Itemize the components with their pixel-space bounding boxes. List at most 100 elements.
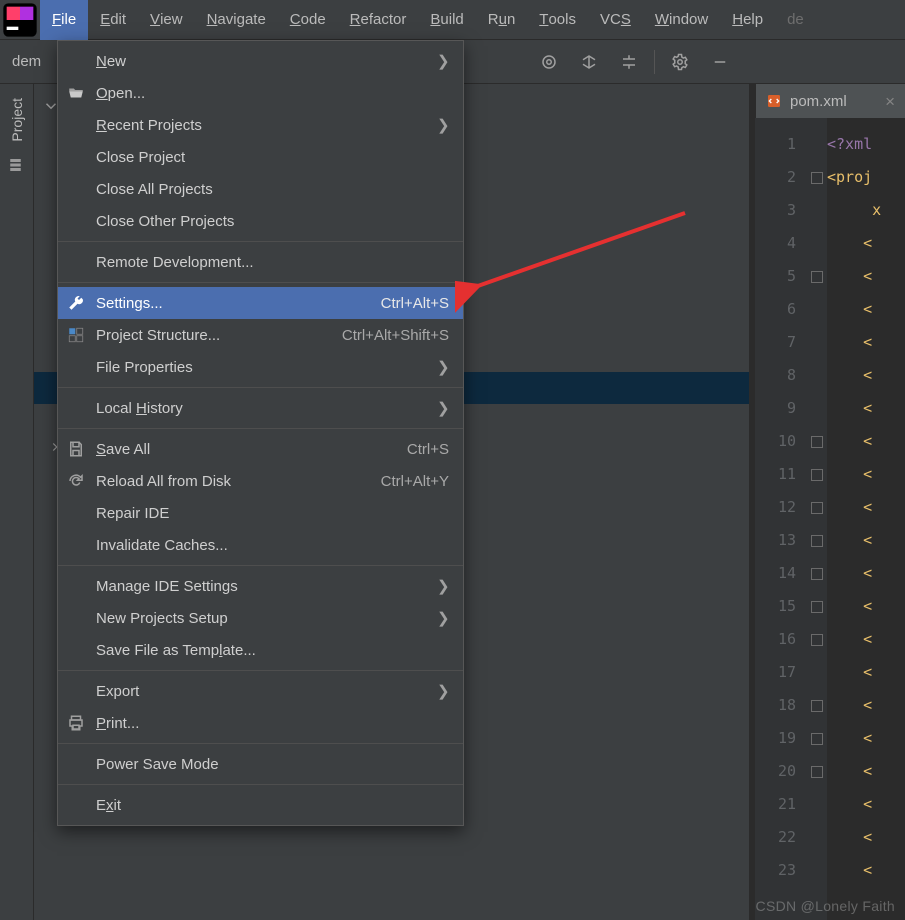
menu-shortcut: Ctrl+Alt+Shift+S bbox=[342, 327, 449, 344]
menu-item-label: Save File as Template... bbox=[96, 642, 449, 659]
fold-marker[interactable] bbox=[811, 172, 823, 184]
editor-toolbar bbox=[524, 40, 745, 84]
app-icon bbox=[0, 0, 40, 40]
menu-item-settings[interactable]: Settings... Ctrl+Alt+S bbox=[58, 287, 463, 319]
menu-item-open[interactable]: Open... bbox=[58, 77, 463, 109]
menu-item-label: Export bbox=[96, 683, 419, 700]
save-icon bbox=[66, 440, 86, 458]
menu-item-file-properties[interactable]: File Properties ❯ bbox=[58, 351, 463, 383]
menu-separator bbox=[58, 387, 463, 388]
menu-navigate[interactable]: Navigate bbox=[195, 0, 278, 40]
menu-item-project-structure[interactable]: Project Structure... Ctrl+Alt+Shift+S bbox=[58, 319, 463, 351]
close-tab-icon[interactable]: × bbox=[885, 93, 895, 110]
menu-vcs[interactable]: VCS bbox=[588, 0, 643, 40]
file-menu-dropdown: New❯Open... Recent Projects ❯ Close Project… bbox=[57, 40, 464, 826]
menu-item-export[interactable]: Export❯ bbox=[58, 675, 463, 707]
fold-marker[interactable] bbox=[811, 733, 823, 745]
editor[interactable]: 1234567891011121314151617181920212223 <?… bbox=[755, 118, 905, 920]
menu-separator bbox=[58, 241, 463, 242]
menu-item-close-project[interactable]: Close Project bbox=[58, 141, 463, 173]
menu-item-save-all[interactable]: Save All Ctrl+S bbox=[58, 433, 463, 465]
menu-item-label: Repair IDE bbox=[96, 505, 449, 522]
menu-separator bbox=[58, 784, 463, 785]
editor-fold-column bbox=[807, 118, 827, 920]
menu-item-print[interactable]: Print... bbox=[58, 707, 463, 739]
fold-marker[interactable] bbox=[811, 601, 823, 613]
menu-item-remote-development[interactable]: Remote Development... bbox=[58, 246, 463, 278]
fold-marker[interactable] bbox=[811, 436, 823, 448]
fold-marker[interactable] bbox=[811, 469, 823, 481]
submenu-arrow-icon: ❯ bbox=[437, 358, 449, 376]
menu-item-manage-ide-settings[interactable]: Manage IDE Settings❯ bbox=[58, 570, 463, 602]
menu-item-label: Save All bbox=[96, 441, 385, 458]
menu-item-label: Exit bbox=[96, 797, 449, 814]
menu-code[interactable]: Code bbox=[278, 0, 338, 40]
editor-tab-pom[interactable]: pom.xml × bbox=[755, 84, 905, 118]
menu-item-label: Project Structure... bbox=[96, 327, 320, 344]
structure-tool-icon[interactable] bbox=[8, 156, 26, 178]
fold-marker[interactable] bbox=[811, 634, 823, 646]
menu-tools[interactable]: Tools bbox=[527, 0, 588, 40]
menu-item-label: Local History bbox=[96, 400, 419, 417]
reload-icon bbox=[66, 472, 86, 490]
editor-code[interactable]: <?xml <proj x < < < < < < < < < < < < < … bbox=[827, 118, 905, 920]
hide-tool-window-icon[interactable] bbox=[703, 45, 737, 79]
menu-item-close-all-projects[interactable]: Close All Projects bbox=[58, 173, 463, 205]
menu-file[interactable]: File bbox=[40, 0, 88, 40]
gear-icon[interactable] bbox=[663, 45, 697, 79]
menu-shortcut: Ctrl+S bbox=[407, 441, 449, 458]
menu-item-label: Settings... bbox=[96, 295, 359, 312]
menu-shortcut: Ctrl+Alt+S bbox=[381, 295, 449, 312]
menu-run[interactable]: Run bbox=[476, 0, 528, 40]
menu-item-invalidate-caches[interactable]: Invalidate Caches... bbox=[58, 529, 463, 561]
fold-marker[interactable] bbox=[811, 502, 823, 514]
collapse-all-icon[interactable] bbox=[612, 45, 646, 79]
menu-edit[interactable]: Edit bbox=[88, 0, 138, 40]
fold-marker[interactable] bbox=[811, 535, 823, 547]
menu-item-close-other-projects[interactable]: Close Other Projects bbox=[58, 205, 463, 237]
menu-window[interactable]: Window bbox=[643, 0, 720, 40]
menu-item-repair-ide[interactable]: Repair IDE bbox=[58, 497, 463, 529]
menu-item-recent-projects[interactable]: Recent Projects ❯ bbox=[58, 109, 463, 141]
menu-item-exit[interactable]: Exit bbox=[58, 789, 463, 821]
menu-item-new[interactable]: New❯ bbox=[58, 45, 463, 77]
editor-gutter: 1234567891011121314151617181920212223 bbox=[755, 118, 807, 920]
submenu-arrow-icon: ❯ bbox=[437, 52, 449, 70]
open-icon bbox=[66, 84, 86, 102]
menu-item-label: Recent Projects bbox=[96, 117, 419, 134]
menu-item-label: File Properties bbox=[96, 359, 419, 376]
fold-marker[interactable] bbox=[811, 700, 823, 712]
fold-marker[interactable] bbox=[811, 568, 823, 580]
submenu-arrow-icon: ❯ bbox=[437, 116, 449, 134]
menu-item-label: Invalidate Caches... bbox=[96, 537, 449, 554]
menu-view[interactable]: View bbox=[138, 0, 195, 40]
menu-item-label: Reload All from Disk bbox=[96, 473, 359, 490]
menu-item-local-history[interactable]: Local History❯ bbox=[58, 392, 463, 424]
menu-build[interactable]: Build bbox=[418, 0, 475, 40]
menu-separator bbox=[58, 565, 463, 566]
menu-item-power-save-mode[interactable]: Power Save Mode bbox=[58, 748, 463, 780]
menu-item-save-file-as-template[interactable]: Save File as Template... bbox=[58, 634, 463, 666]
project-tool-window-button[interactable]: Project bbox=[9, 98, 25, 142]
fold-marker[interactable] bbox=[811, 271, 823, 283]
structure-icon bbox=[66, 326, 86, 344]
menu-item-new-projects-setup[interactable]: New Projects Setup❯ bbox=[58, 602, 463, 634]
xml-file-icon bbox=[766, 93, 782, 109]
submenu-arrow-icon: ❯ bbox=[437, 577, 449, 595]
menu-shortcut: Ctrl+Alt+Y bbox=[381, 473, 449, 490]
menu-item-label: Power Save Mode bbox=[96, 756, 449, 773]
menu-item-reload-all-from-disk[interactable]: Reload All from Disk Ctrl+Alt+Y bbox=[58, 465, 463, 497]
breadcrumb[interactable]: dem bbox=[0, 53, 41, 70]
select-file-icon[interactable] bbox=[532, 45, 566, 79]
main-menu-bar: FileEditViewNavigateCodeRefactorBuildRun… bbox=[0, 0, 905, 40]
fold-marker[interactable] bbox=[811, 766, 823, 778]
wrench-icon bbox=[66, 294, 86, 312]
left-tool-window-strip: Project bbox=[0, 84, 34, 920]
breadcrumb-root: dem bbox=[12, 53, 41, 70]
menu-item-label: Close Project bbox=[96, 149, 449, 166]
window-title-suffix: de bbox=[775, 11, 804, 28]
expand-all-icon[interactable] bbox=[572, 45, 606, 79]
menu-item-label: Close Other Projects bbox=[96, 213, 449, 230]
menu-help[interactable]: Help bbox=[720, 0, 775, 40]
menu-refactor[interactable]: Refactor bbox=[338, 0, 419, 40]
